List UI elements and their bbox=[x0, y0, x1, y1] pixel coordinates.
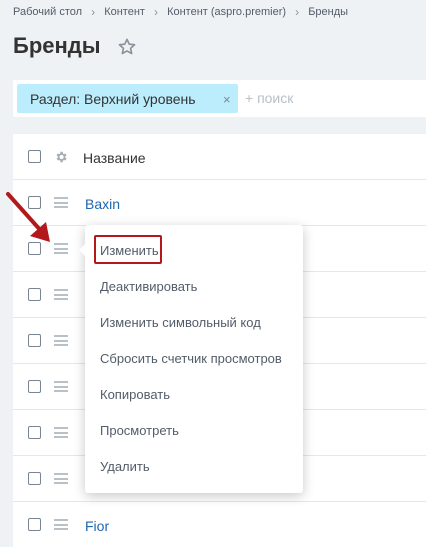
select-all-checkbox[interactable] bbox=[28, 150, 41, 163]
menu-item-view[interactable]: Просмотреть bbox=[100, 423, 179, 438]
gear-icon[interactable] bbox=[54, 150, 68, 164]
filter-chip-label: Раздел: Верхний уровень bbox=[30, 91, 196, 107]
star-icon[interactable] bbox=[117, 37, 137, 57]
filter-bar[interactable]: Раздел: Верхний уровень × + поиск bbox=[13, 80, 426, 117]
menu-item-reset-views[interactable]: Сбросить счетчик просмотров bbox=[100, 351, 282, 366]
chevron-right-icon: › bbox=[91, 5, 96, 19]
drag-handle-icon[interactable] bbox=[54, 427, 68, 438]
menu-item-change-code[interactable]: Изменить символьный код bbox=[100, 315, 261, 330]
menu-item-deactivate[interactable]: Деактивировать bbox=[100, 279, 197, 294]
breadcrumb-item-content[interactable]: Контент bbox=[104, 6, 145, 18]
chevron-right-icon: › bbox=[295, 5, 300, 19]
page-title: Бренды bbox=[13, 33, 101, 58]
row-name-link[interactable]: Baxin bbox=[85, 196, 120, 212]
row-checkbox[interactable] bbox=[28, 380, 41, 393]
column-header-name[interactable]: Название bbox=[83, 150, 146, 166]
menu-item-copy[interactable]: Копировать bbox=[100, 387, 170, 402]
row-checkbox[interactable] bbox=[28, 518, 41, 531]
drag-handle-icon[interactable] bbox=[54, 381, 68, 392]
menu-caret bbox=[79, 244, 85, 256]
menu-item-edit[interactable]: Изменить bbox=[100, 243, 159, 258]
filter-chip-section[interactable]: Раздел: Верхний уровень × bbox=[17, 84, 238, 113]
grid-header: Название bbox=[13, 134, 426, 180]
breadcrumb-item-brands[interactable]: Бренды bbox=[308, 6, 348, 18]
breadcrumb-item-desktop[interactable]: Рабочий стол bbox=[13, 6, 82, 18]
drag-handle-icon[interactable] bbox=[54, 473, 68, 484]
row-checkbox[interactable] bbox=[28, 472, 41, 485]
search-input[interactable]: + поиск bbox=[245, 90, 293, 106]
drag-handle-icon[interactable] bbox=[54, 519, 68, 530]
row-checkbox[interactable] bbox=[28, 334, 41, 347]
table-row[interactable]: Fior bbox=[13, 502, 426, 547]
arrow-annotation bbox=[6, 192, 50, 242]
breadcrumb: Рабочий стол › Контент › Контент (aspro.… bbox=[13, 5, 348, 19]
row-checkbox[interactable] bbox=[28, 426, 41, 439]
drag-handle-icon[interactable] bbox=[54, 289, 68, 300]
breadcrumb-item-content-aspro[interactable]: Контент (aspro.premier) bbox=[167, 6, 286, 18]
row-checkbox[interactable] bbox=[28, 288, 41, 301]
row-context-menu: Изменить Деактивировать Изменить символь… bbox=[79, 225, 303, 493]
close-icon[interactable]: × bbox=[223, 92, 231, 107]
drag-handle-icon[interactable] bbox=[54, 335, 68, 346]
row-name-link[interactable]: Fior bbox=[85, 518, 109, 534]
menu-item-delete[interactable]: Удалить bbox=[100, 459, 150, 474]
chevron-right-icon: › bbox=[154, 5, 158, 19]
table-row[interactable]: Baxin bbox=[13, 180, 426, 226]
